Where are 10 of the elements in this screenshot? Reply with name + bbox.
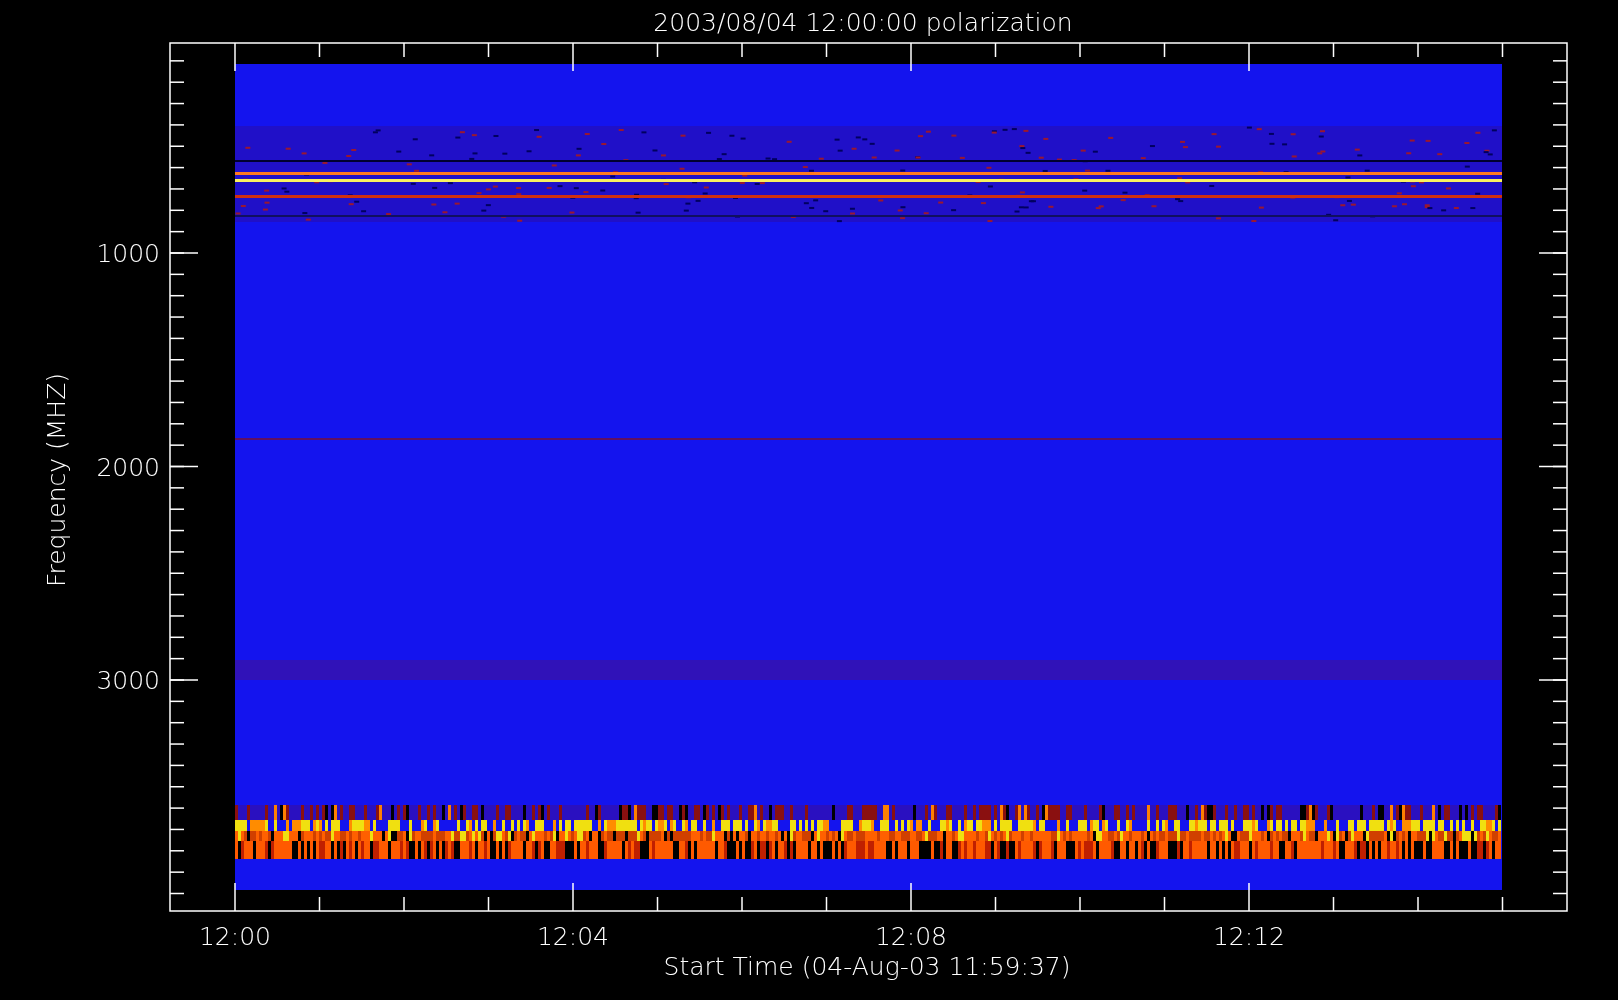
axis-label: Frequency (MHZ) — [42, 372, 71, 588]
tick-label: 12:12 — [1213, 922, 1285, 951]
axis-label: Start Time (04-Aug-03 11:59:37) — [663, 952, 1071, 981]
plot-title: 2003/08/04 12:00:00 polarization — [653, 8, 1073, 37]
tick-label: 12:00 — [199, 922, 271, 951]
tick-label: 1000 — [96, 239, 160, 268]
tick-label: 12:08 — [875, 922, 947, 951]
tick-label: 2000 — [96, 452, 160, 482]
tick-label: 3000 — [96, 666, 160, 695]
tick-label: 12:04 — [537, 922, 609, 951]
